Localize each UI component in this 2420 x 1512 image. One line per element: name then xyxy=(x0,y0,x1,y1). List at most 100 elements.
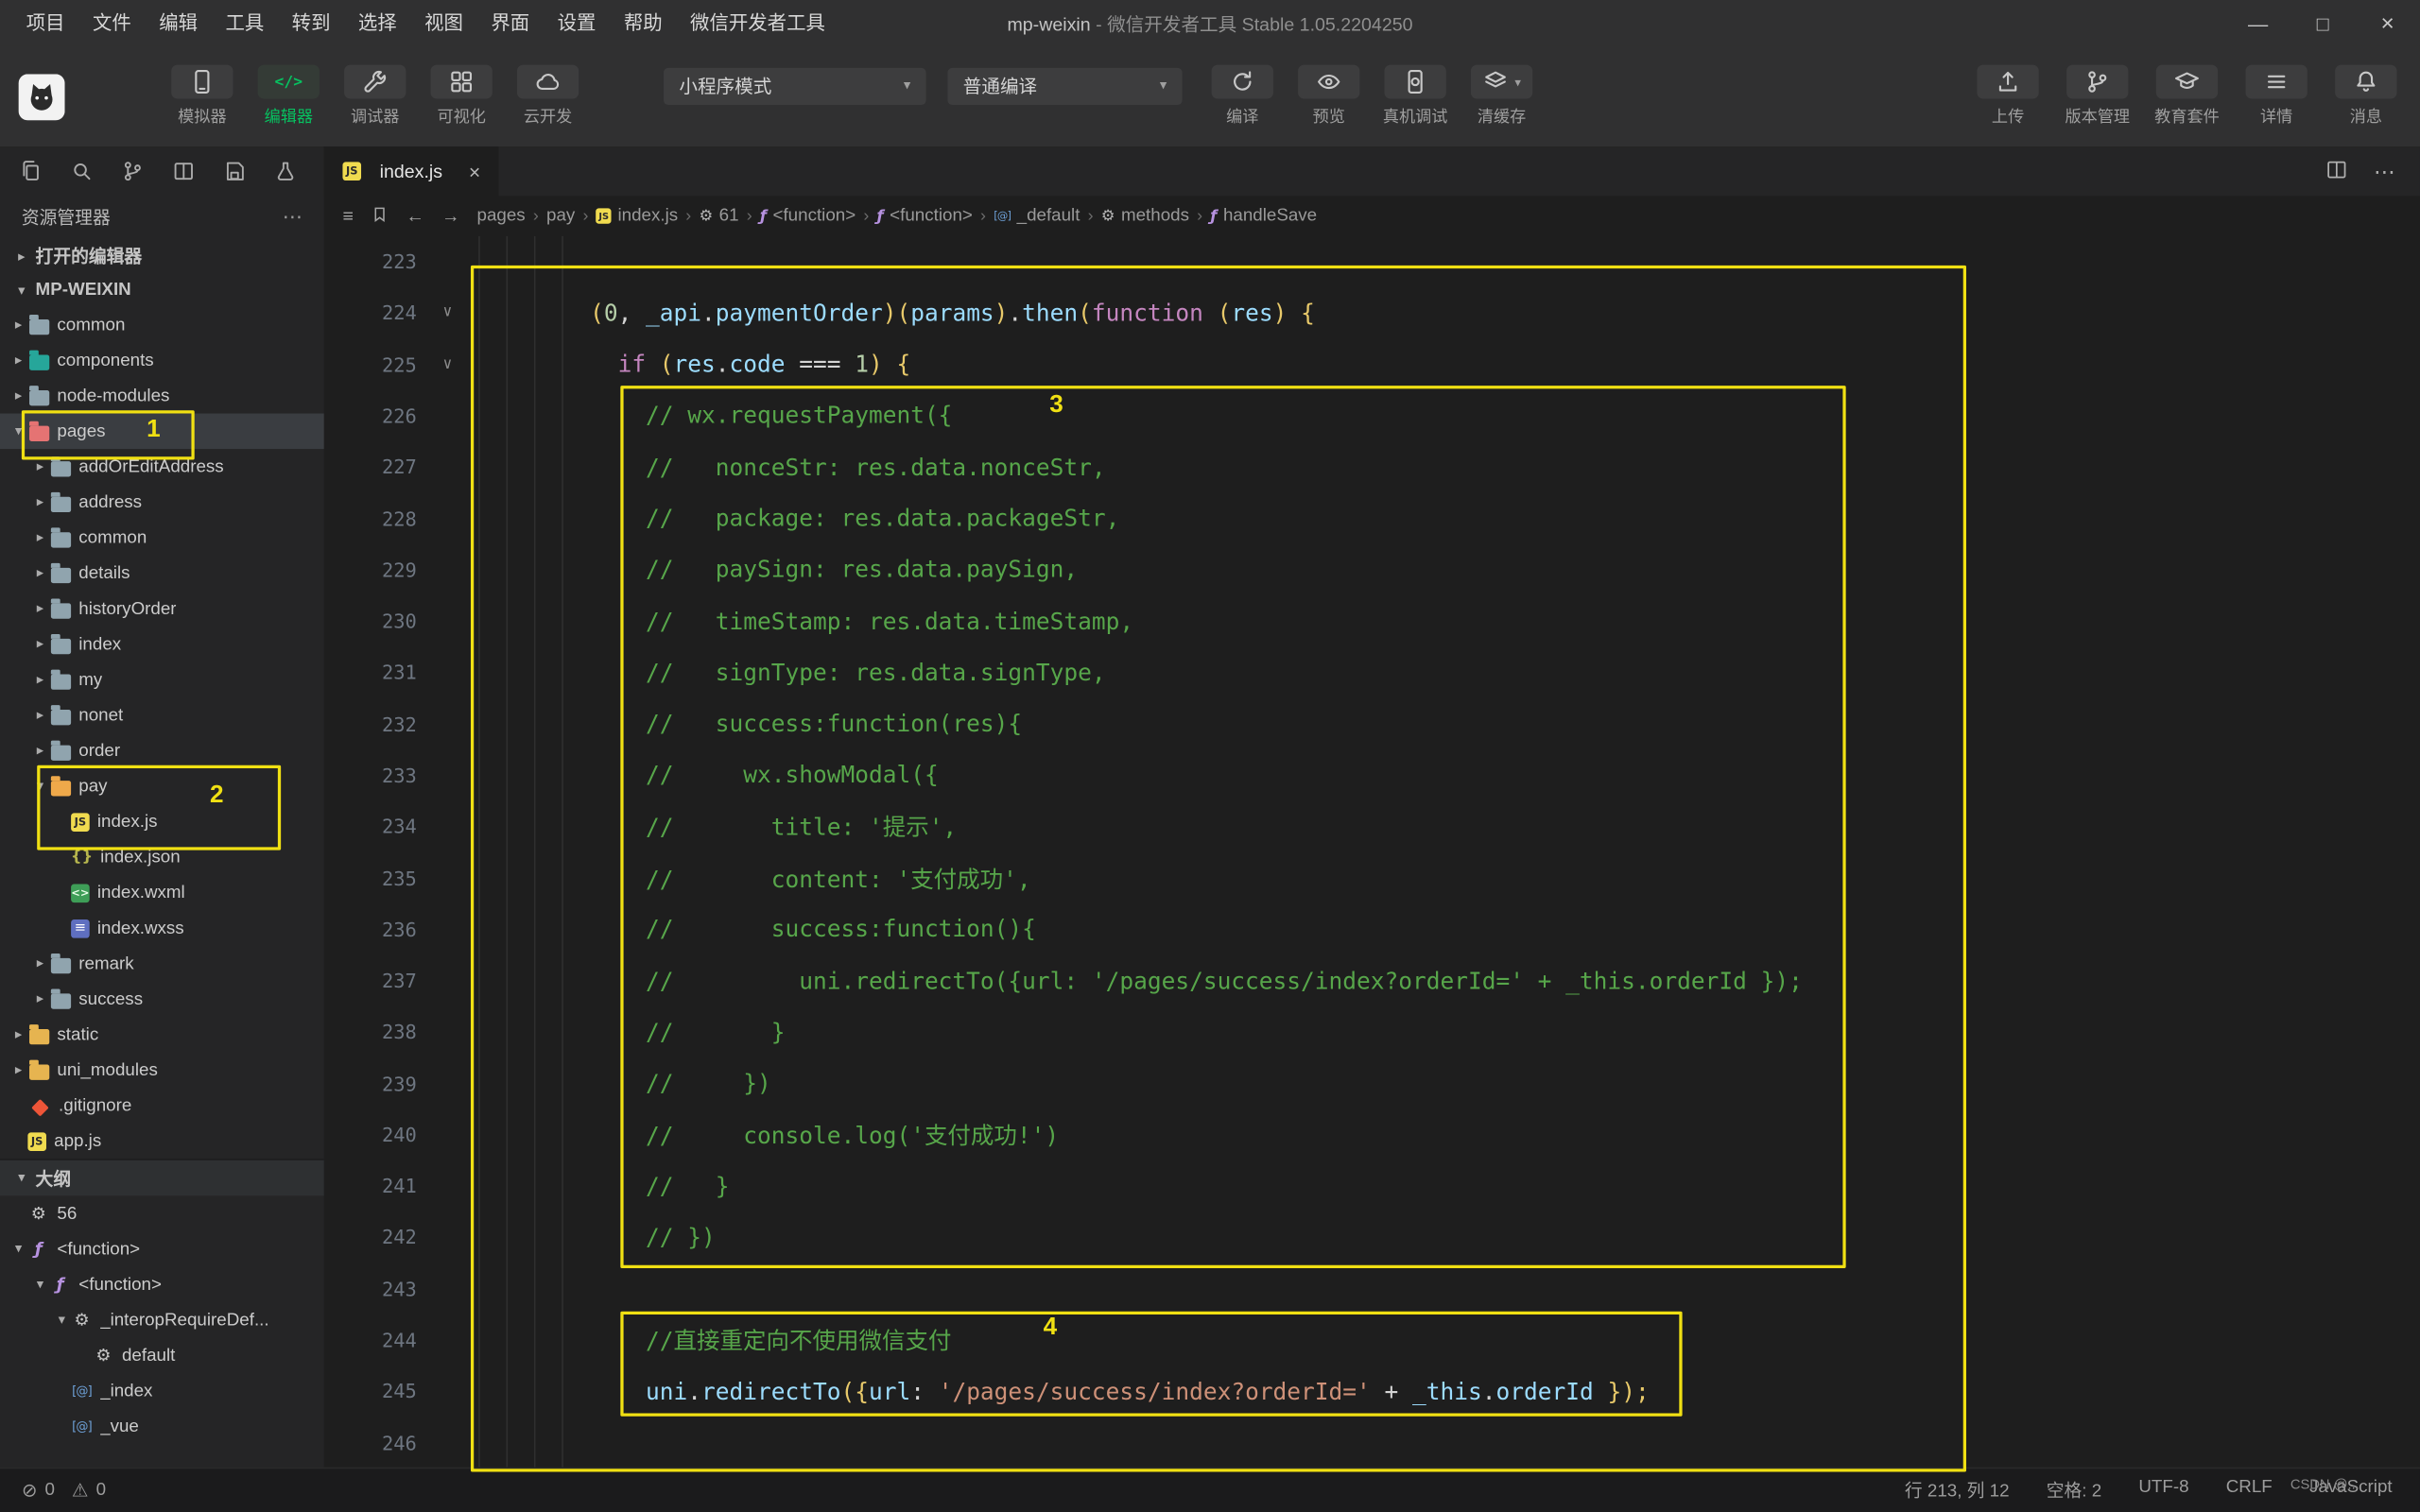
menu-item[interactable]: 视图 xyxy=(410,0,476,46)
code-line[interactable]: 237 // uni.redirectTo({url: '/pages/succ… xyxy=(324,955,2420,1006)
code-line[interactable]: 244 //直接重定向不使用微信支付 xyxy=(324,1314,2420,1366)
close-button[interactable]: × xyxy=(2355,0,2420,46)
toolbar-clear-cache-button[interactable]: ▾清缓存 xyxy=(1466,65,1537,129)
build-icon[interactable] xyxy=(273,159,298,183)
save-all-icon[interactable] xyxy=(222,159,247,183)
code-line[interactable]: 233 // wx.showModal({ xyxy=(324,749,2420,800)
tree-item[interactable]: ▸index xyxy=(0,627,324,662)
toolbar-visual-button[interactable]: 可视化 xyxy=(426,65,497,129)
tree-item[interactable]: ▸remark xyxy=(0,946,324,982)
toolbar-remote-debug-button[interactable]: 真机调试 xyxy=(1380,65,1451,129)
section-project-root[interactable]: ▾ MP-WEIXIN xyxy=(0,273,324,307)
code-line[interactable]: 227 // nonceStr: res.data.nonceStr, xyxy=(324,441,2420,492)
tree-item[interactable]: ⚙56 xyxy=(0,1195,324,1231)
breadcrumb-item[interactable]: pay xyxy=(544,207,577,226)
breadcrumb-item[interactable]: pages xyxy=(475,207,527,226)
code-line[interactable]: 228 // package: res.data.packageStr, xyxy=(324,492,2420,543)
toolbar-editor-button[interactable]: </>编辑器 xyxy=(253,65,324,129)
tree-item[interactable]: ▸uni_modules xyxy=(0,1052,324,1088)
split-editor-icon[interactable] xyxy=(2325,157,2349,186)
maximize-button[interactable]: □ xyxy=(2290,0,2356,46)
menu-item[interactable]: 文件 xyxy=(78,0,145,46)
code-line[interactable]: 229 // paySign: res.data.paySign, xyxy=(324,544,2420,595)
tree-item[interactable]: ▸node-modules xyxy=(0,378,324,414)
code-line[interactable]: 239 // }) xyxy=(324,1057,2420,1108)
tree-item[interactable]: ≡index.wxss xyxy=(0,910,324,946)
bookmark-icon[interactable] xyxy=(371,204,389,227)
section-outline[interactable]: ▾ 大纲 xyxy=(0,1159,324,1195)
source-control-icon[interactable] xyxy=(120,159,145,183)
menu-item[interactable]: 界面 xyxy=(477,0,544,46)
breadcrumb-item[interactable]: ⚙61 xyxy=(698,207,740,226)
search-icon[interactable] xyxy=(69,159,94,183)
menu-item[interactable]: 选择 xyxy=(344,0,410,46)
tree-item[interactable]: JSapp.js xyxy=(0,1124,324,1160)
toolbar-edu-button[interactable]: 教育套件 xyxy=(2152,65,2222,129)
code-line[interactable]: 245 uni.redirectTo({url: '/pages/success… xyxy=(324,1366,2420,1417)
tab-index-js[interactable]: JS index.js × xyxy=(324,146,499,196)
toolbar-preview-button[interactable]: 预览 xyxy=(1293,65,1364,129)
menu-item[interactable]: 项目 xyxy=(12,0,78,46)
tree-item[interactable]: ⚙default xyxy=(0,1338,324,1374)
tree-item[interactable]: ▸addOrEditAddress xyxy=(0,449,324,485)
back-icon[interactable]: ← xyxy=(406,205,424,227)
outline-list-icon[interactable]: ≡ xyxy=(342,205,353,227)
tree-item[interactable]: ▾pay xyxy=(0,768,324,804)
breadcrumb-item[interactable]: [@]_default xyxy=(993,207,1082,226)
toolbar-details-button[interactable]: 详情 xyxy=(2241,65,2312,129)
menu-item[interactable]: 转到 xyxy=(278,0,344,46)
tree-item[interactable]: ▸static xyxy=(0,1017,324,1053)
toolbar-cloud-button[interactable]: 云开发 xyxy=(512,65,583,129)
menu-item[interactable]: 编辑 xyxy=(146,0,212,46)
code-line[interactable]: 241 // } xyxy=(324,1160,2420,1211)
close-tab-icon[interactable]: × xyxy=(469,160,480,182)
code-line[interactable]: 225∨ if (res.code === 1) { xyxy=(324,338,2420,389)
mode-select[interactable]: 小程序模式 ▾ xyxy=(664,67,926,104)
editor-layout-icon[interactable] xyxy=(171,159,196,183)
tree-item[interactable]: ▾ƒ<function> xyxy=(0,1266,324,1302)
tree-item[interactable]: ▸nonet xyxy=(0,697,324,733)
breadcrumb-item[interactable]: ƒ<function> xyxy=(875,207,975,226)
app-logo-icon[interactable] xyxy=(19,74,65,120)
compile-select[interactable]: 普通编译 ▾ xyxy=(947,67,1182,104)
code-editor[interactable]: 223224∨ (0, _api.paymentOrder)(params).t… xyxy=(324,236,2420,1469)
menu-item[interactable]: 工具 xyxy=(212,0,278,46)
breadcrumb-item[interactable]: ƒhandleSave xyxy=(1209,207,1319,226)
menu-item[interactable]: 帮助 xyxy=(610,0,676,46)
forward-icon[interactable]: → xyxy=(441,205,460,227)
status-item[interactable]: CRLF xyxy=(2226,1478,2273,1503)
code-line[interactable]: 243 xyxy=(324,1263,2420,1314)
status-item[interactable]: 空格: 2 xyxy=(2047,1478,2101,1503)
code-line[interactable]: 226 // wx.requestPayment({ xyxy=(324,390,2420,441)
tree-item[interactable]: [@]_vue xyxy=(0,1409,324,1445)
tree-item[interactable]: ▸success xyxy=(0,981,324,1017)
toolbar-upload-button[interactable]: 上传 xyxy=(1973,65,2044,129)
minimize-button[interactable]: — xyxy=(2225,0,2290,46)
code-line[interactable]: 230 // timeStamp: res.data.timeStamp, xyxy=(324,595,2420,646)
breadcrumb-item[interactable]: JSindex.js xyxy=(595,207,680,226)
tree-item[interactable]: ▾ƒ<function> xyxy=(0,1231,324,1267)
toolbar-message-button[interactable]: 消息 xyxy=(2330,65,2401,129)
code-line[interactable]: 224∨ (0, _api.paymentOrder)(params).then… xyxy=(324,287,2420,338)
menu-item[interactable]: 微信开发者工具 xyxy=(676,0,838,46)
code-line[interactable]: 234 // title: '提示', xyxy=(324,800,2420,851)
code-line[interactable]: 235 // content: '支付成功', xyxy=(324,852,2420,903)
status-item[interactable]: 行 213, 列 12 xyxy=(1905,1478,2010,1503)
status-item[interactable]: UTF-8 xyxy=(2138,1478,2188,1503)
code-line[interactable]: 231 // signType: res.data.signType, xyxy=(324,646,2420,697)
menu-item[interactable]: 设置 xyxy=(544,0,610,46)
tree-item[interactable]: ▸order xyxy=(0,733,324,769)
more-actions-icon[interactable]: ⋯ xyxy=(2374,158,2395,184)
code-line[interactable]: 238 // } xyxy=(324,1006,2420,1057)
tree-item[interactable]: ▸my xyxy=(0,662,324,697)
toolbar-debugger-button[interactable]: 调试器 xyxy=(339,65,410,129)
code-line[interactable]: 246 xyxy=(324,1418,2420,1469)
tree-item[interactable]: ▸common xyxy=(0,520,324,556)
tree-item[interactable]: ▸address xyxy=(0,485,324,521)
tree-item[interactable]: <>index.wxml xyxy=(0,875,324,911)
tree-item[interactable]: ▾⚙_interopRequireDef... xyxy=(0,1302,324,1338)
tree-item[interactable]: ▸components xyxy=(0,342,324,378)
toolbar-compile-button[interactable]: 编译 xyxy=(1207,65,1278,129)
breadcrumb-item[interactable]: ƒ<function> xyxy=(758,207,857,226)
tree-item[interactable]: ▾pages xyxy=(0,414,324,450)
